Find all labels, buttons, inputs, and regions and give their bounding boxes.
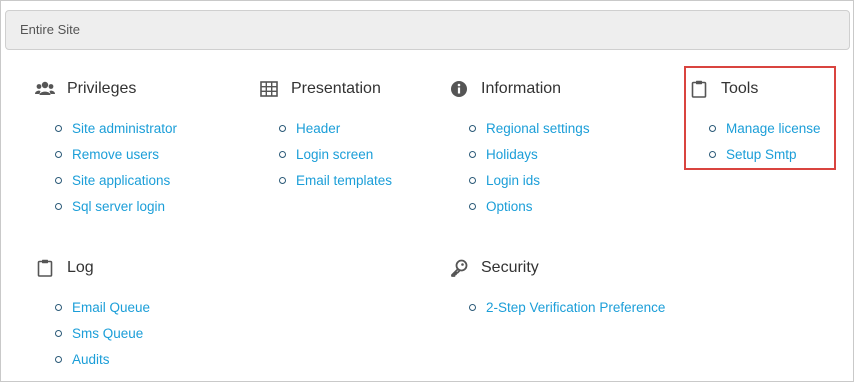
section-title: Information xyxy=(481,80,562,97)
two-step-verification-link[interactable]: 2-Step Verification Preference xyxy=(486,300,665,315)
site-applications-link[interactable]: Site applications xyxy=(72,173,170,188)
audits-link[interactable]: Audits xyxy=(72,352,110,367)
section-title: Log xyxy=(67,259,94,276)
main-panel: Entire Site Privileges Site administrato… xyxy=(0,0,854,382)
key-icon xyxy=(449,259,469,277)
section-log: Log Email Queue Sms Queue Audits xyxy=(35,258,150,372)
sms-queue-link[interactable]: Sms Queue xyxy=(72,326,143,341)
list-item: Login ids xyxy=(449,167,590,193)
regional-settings-link[interactable]: Regional settings xyxy=(486,121,590,136)
list-item: Login screen xyxy=(259,141,392,167)
header-link[interactable]: Header xyxy=(296,121,340,136)
sql-server-login-link[interactable]: Sql server login xyxy=(72,199,165,214)
link-list: Header Login screen Email templates xyxy=(259,115,392,193)
link-list: Email Queue Sms Queue Audits xyxy=(35,294,150,372)
holidays-link[interactable]: Holidays xyxy=(486,147,538,162)
list-item: Email Queue xyxy=(35,294,150,320)
section-information: Information Regional settings Holidays L… xyxy=(449,79,590,219)
list-item: Remove users xyxy=(35,141,177,167)
site-administrator-link[interactable]: Site administrator xyxy=(72,121,177,136)
section-privileges: Privileges Site administrator Remove use… xyxy=(35,79,177,219)
list-item: 2-Step Verification Preference xyxy=(449,294,665,320)
section-title: Privileges xyxy=(67,80,137,97)
section-header: Presentation xyxy=(259,79,392,99)
list-item: Sql server login xyxy=(35,193,177,219)
email-templates-link[interactable]: Email templates xyxy=(296,173,392,188)
list-item: Sms Queue xyxy=(35,320,150,346)
section-title: Presentation xyxy=(291,80,381,97)
login-screen-link[interactable]: Login screen xyxy=(296,147,373,162)
section-security: Security 2-Step Verification Preference xyxy=(449,258,665,320)
email-queue-link[interactable]: Email Queue xyxy=(72,300,150,315)
list-item: Audits xyxy=(35,346,150,372)
link-list: Site administrator Remove users Site app… xyxy=(35,115,177,219)
login-ids-link[interactable]: Login ids xyxy=(486,173,540,188)
list-item: Regional settings xyxy=(449,115,590,141)
list-item: Header xyxy=(259,115,392,141)
list-item: Email templates xyxy=(259,167,392,193)
section-header: Privileges xyxy=(35,79,177,99)
link-list: Regional settings Holidays Login ids Opt… xyxy=(449,115,590,219)
clipboard-icon xyxy=(35,259,55,277)
list-item: Holidays xyxy=(449,141,590,167)
info-icon xyxy=(449,80,469,98)
entire-site-bar[interactable]: Entire Site xyxy=(5,10,850,50)
section-header: Security xyxy=(449,258,665,278)
link-list: 2-Step Verification Preference xyxy=(449,294,665,320)
users-icon xyxy=(35,80,55,98)
list-item: Site administrator xyxy=(35,115,177,141)
grid-icon xyxy=(259,80,279,98)
list-item: Options xyxy=(449,193,590,219)
tools-highlight-box xyxy=(684,66,836,170)
section-header: Log xyxy=(35,258,150,278)
section-title: Security xyxy=(481,259,539,276)
list-item: Site applications xyxy=(35,167,177,193)
section-header: Information xyxy=(449,79,590,99)
options-link[interactable]: Options xyxy=(486,199,533,214)
remove-users-link[interactable]: Remove users xyxy=(72,147,159,162)
section-presentation: Presentation Header Login screen Email t… xyxy=(259,79,392,193)
